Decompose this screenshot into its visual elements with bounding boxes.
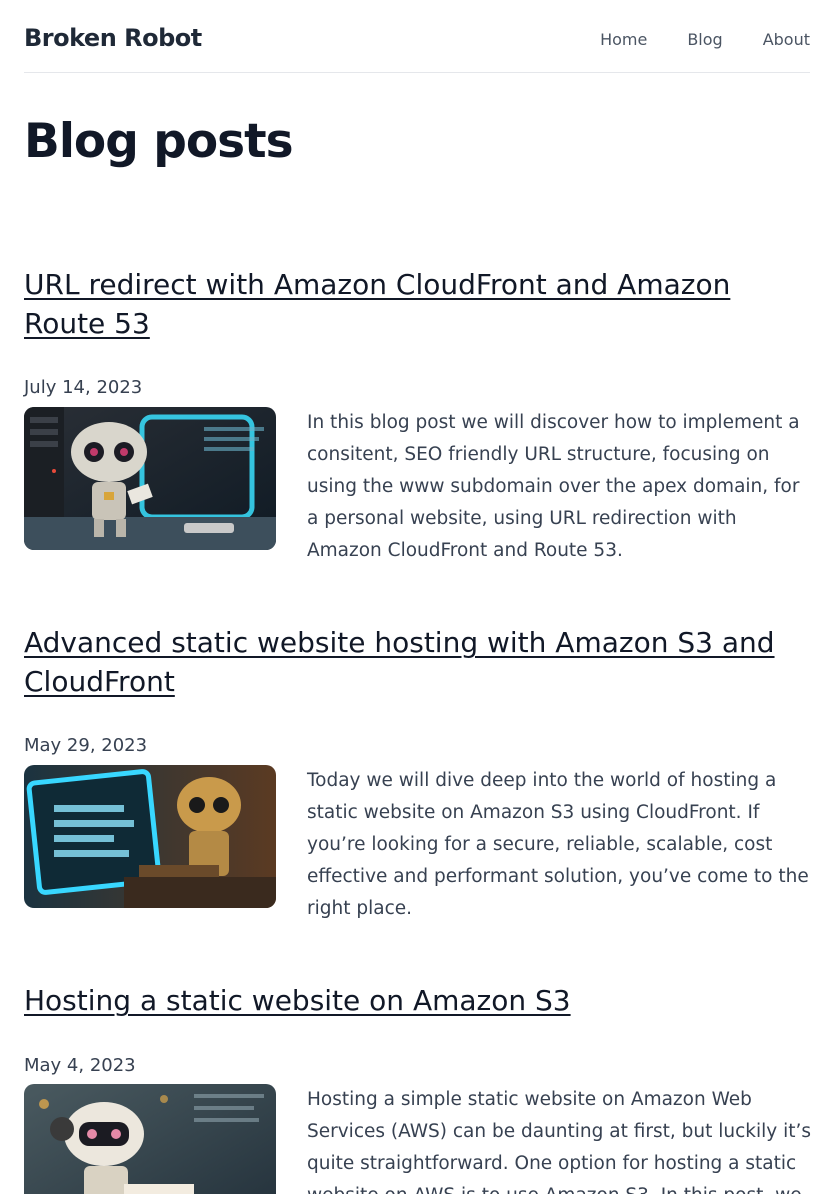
blog-post-card: Advanced static website hosting with Ama… — [24, 623, 810, 919]
page-title: Blog posts — [24, 114, 294, 169]
nav-home-link[interactable]: Home — [600, 30, 647, 49]
site-title-link[interactable]: Broken Robot — [24, 24, 202, 52]
post-title-link[interactable]: URL redirect with Amazon CloudFront and … — [24, 265, 810, 343]
post-excerpt: Today we will dive deep into the world o… — [307, 770, 809, 919]
post-title-link[interactable]: Advanced static website hosting with Ama… — [24, 623, 810, 701]
blog-post-card: Hosting a static website on Amazon S3 Ma… — [24, 981, 811, 1194]
post-thumbnail-image[interactable] — [24, 765, 276, 908]
main-nav: Home Blog About — [600, 30, 810, 49]
post-date: July 14, 2023 — [24, 377, 143, 398]
robot-illustration-icon — [24, 1084, 276, 1194]
site-header: Broken Robot Home Blog About — [24, 0, 810, 73]
robot-illustration-icon — [24, 407, 276, 550]
post-title-link[interactable]: Hosting a static website on Amazon S3 — [24, 981, 810, 1020]
post-date: May 4, 2023 — [24, 1055, 136, 1076]
nav-about-link[interactable]: About — [763, 30, 810, 49]
nav-blog-link[interactable]: Blog — [687, 30, 722, 49]
robot-illustration-icon — [24, 765, 276, 908]
post-excerpt: Hosting a simple static website on Amazo… — [307, 1089, 812, 1194]
blog-post-card: URL redirect with Amazon CloudFront and … — [24, 265, 810, 561]
post-date: May 29, 2023 — [24, 735, 148, 756]
post-excerpt: In this blog post we will discover how t… — [307, 412, 800, 561]
post-thumbnail-image[interactable] — [24, 1084, 276, 1194]
post-thumbnail-image[interactable] — [24, 407, 276, 550]
